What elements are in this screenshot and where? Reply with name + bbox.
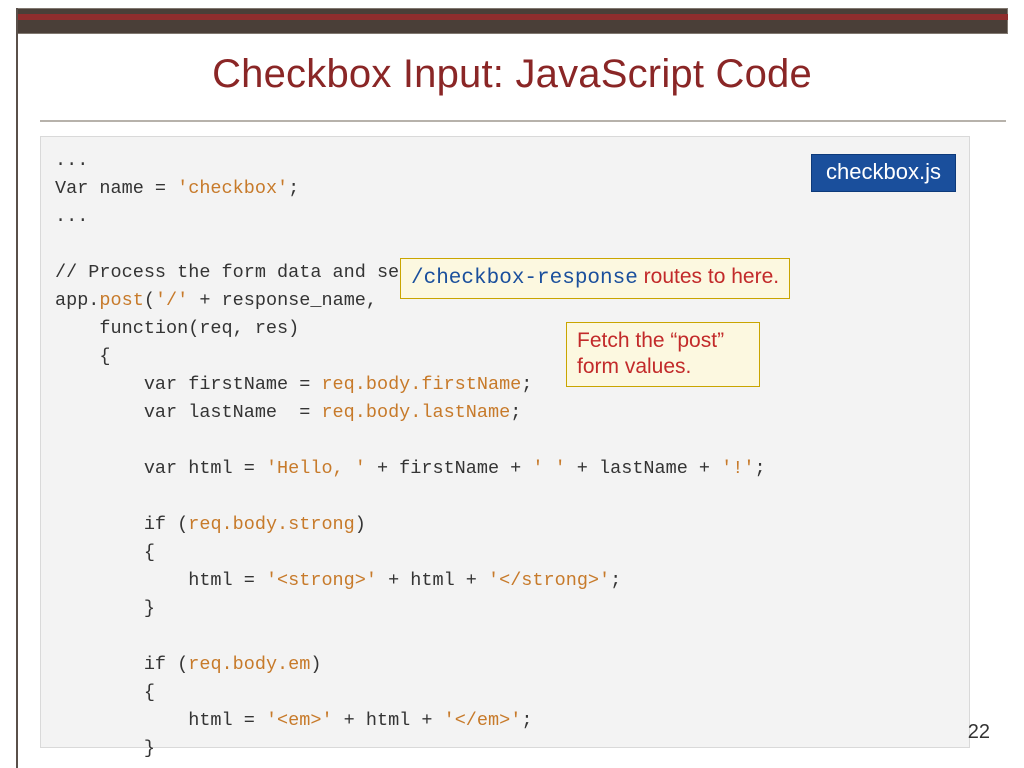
page-number: 22 [968,721,990,744]
callout-fetch-line2: form values. [577,355,691,378]
top-bar-accent [16,14,1008,20]
code-block: ... Var name = 'checkbox'; ... // Proces… [40,136,970,748]
callout-fetch: Fetch the “post” form values. [566,322,760,387]
slide-title: Checkbox Input: JavaScript Code [0,52,1024,97]
callout-route: /checkbox-response routes to here. [400,258,790,299]
slide: Checkbox Input: JavaScript Code ... Var … [0,0,1024,768]
callout-route-code: /checkbox-response [411,267,638,290]
callout-route-text: routes to here. [638,265,779,288]
title-underline [40,120,1006,122]
left-rule [16,8,18,768]
callout-fetch-line1: Fetch the “post” [577,329,724,352]
filename-badge: checkbox.js [811,154,956,192]
top-bar [16,8,1008,34]
